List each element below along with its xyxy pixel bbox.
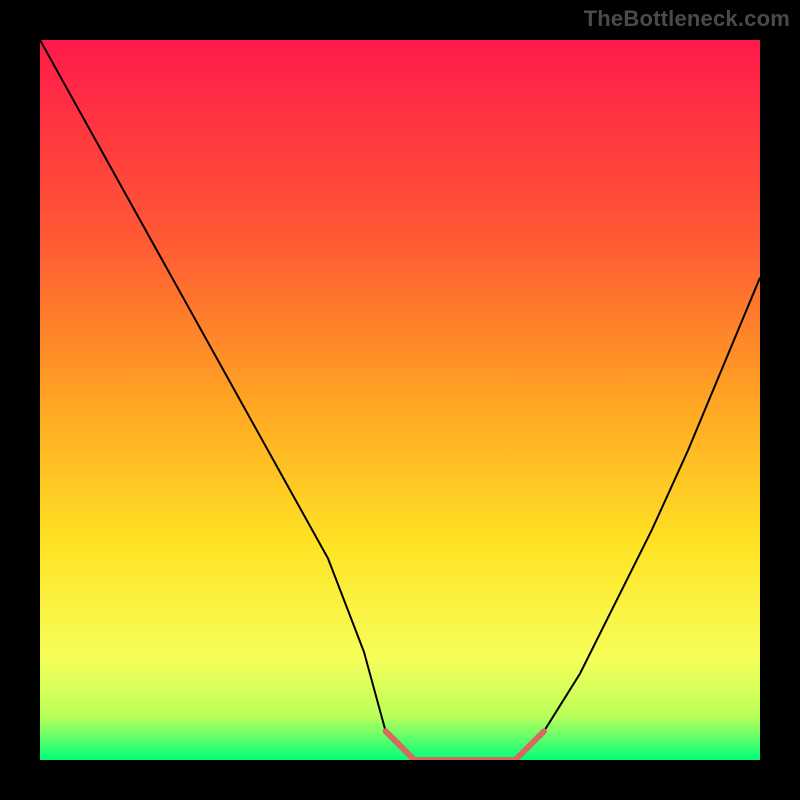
flat-bottom-marker bbox=[386, 731, 544, 760]
watermark-text: TheBottleneck.com bbox=[584, 6, 790, 32]
chart-frame: TheBottleneck.com bbox=[0, 0, 800, 800]
plot-area bbox=[40, 40, 760, 760]
bottleneck-curve bbox=[40, 40, 760, 760]
curve-layer bbox=[40, 40, 760, 760]
